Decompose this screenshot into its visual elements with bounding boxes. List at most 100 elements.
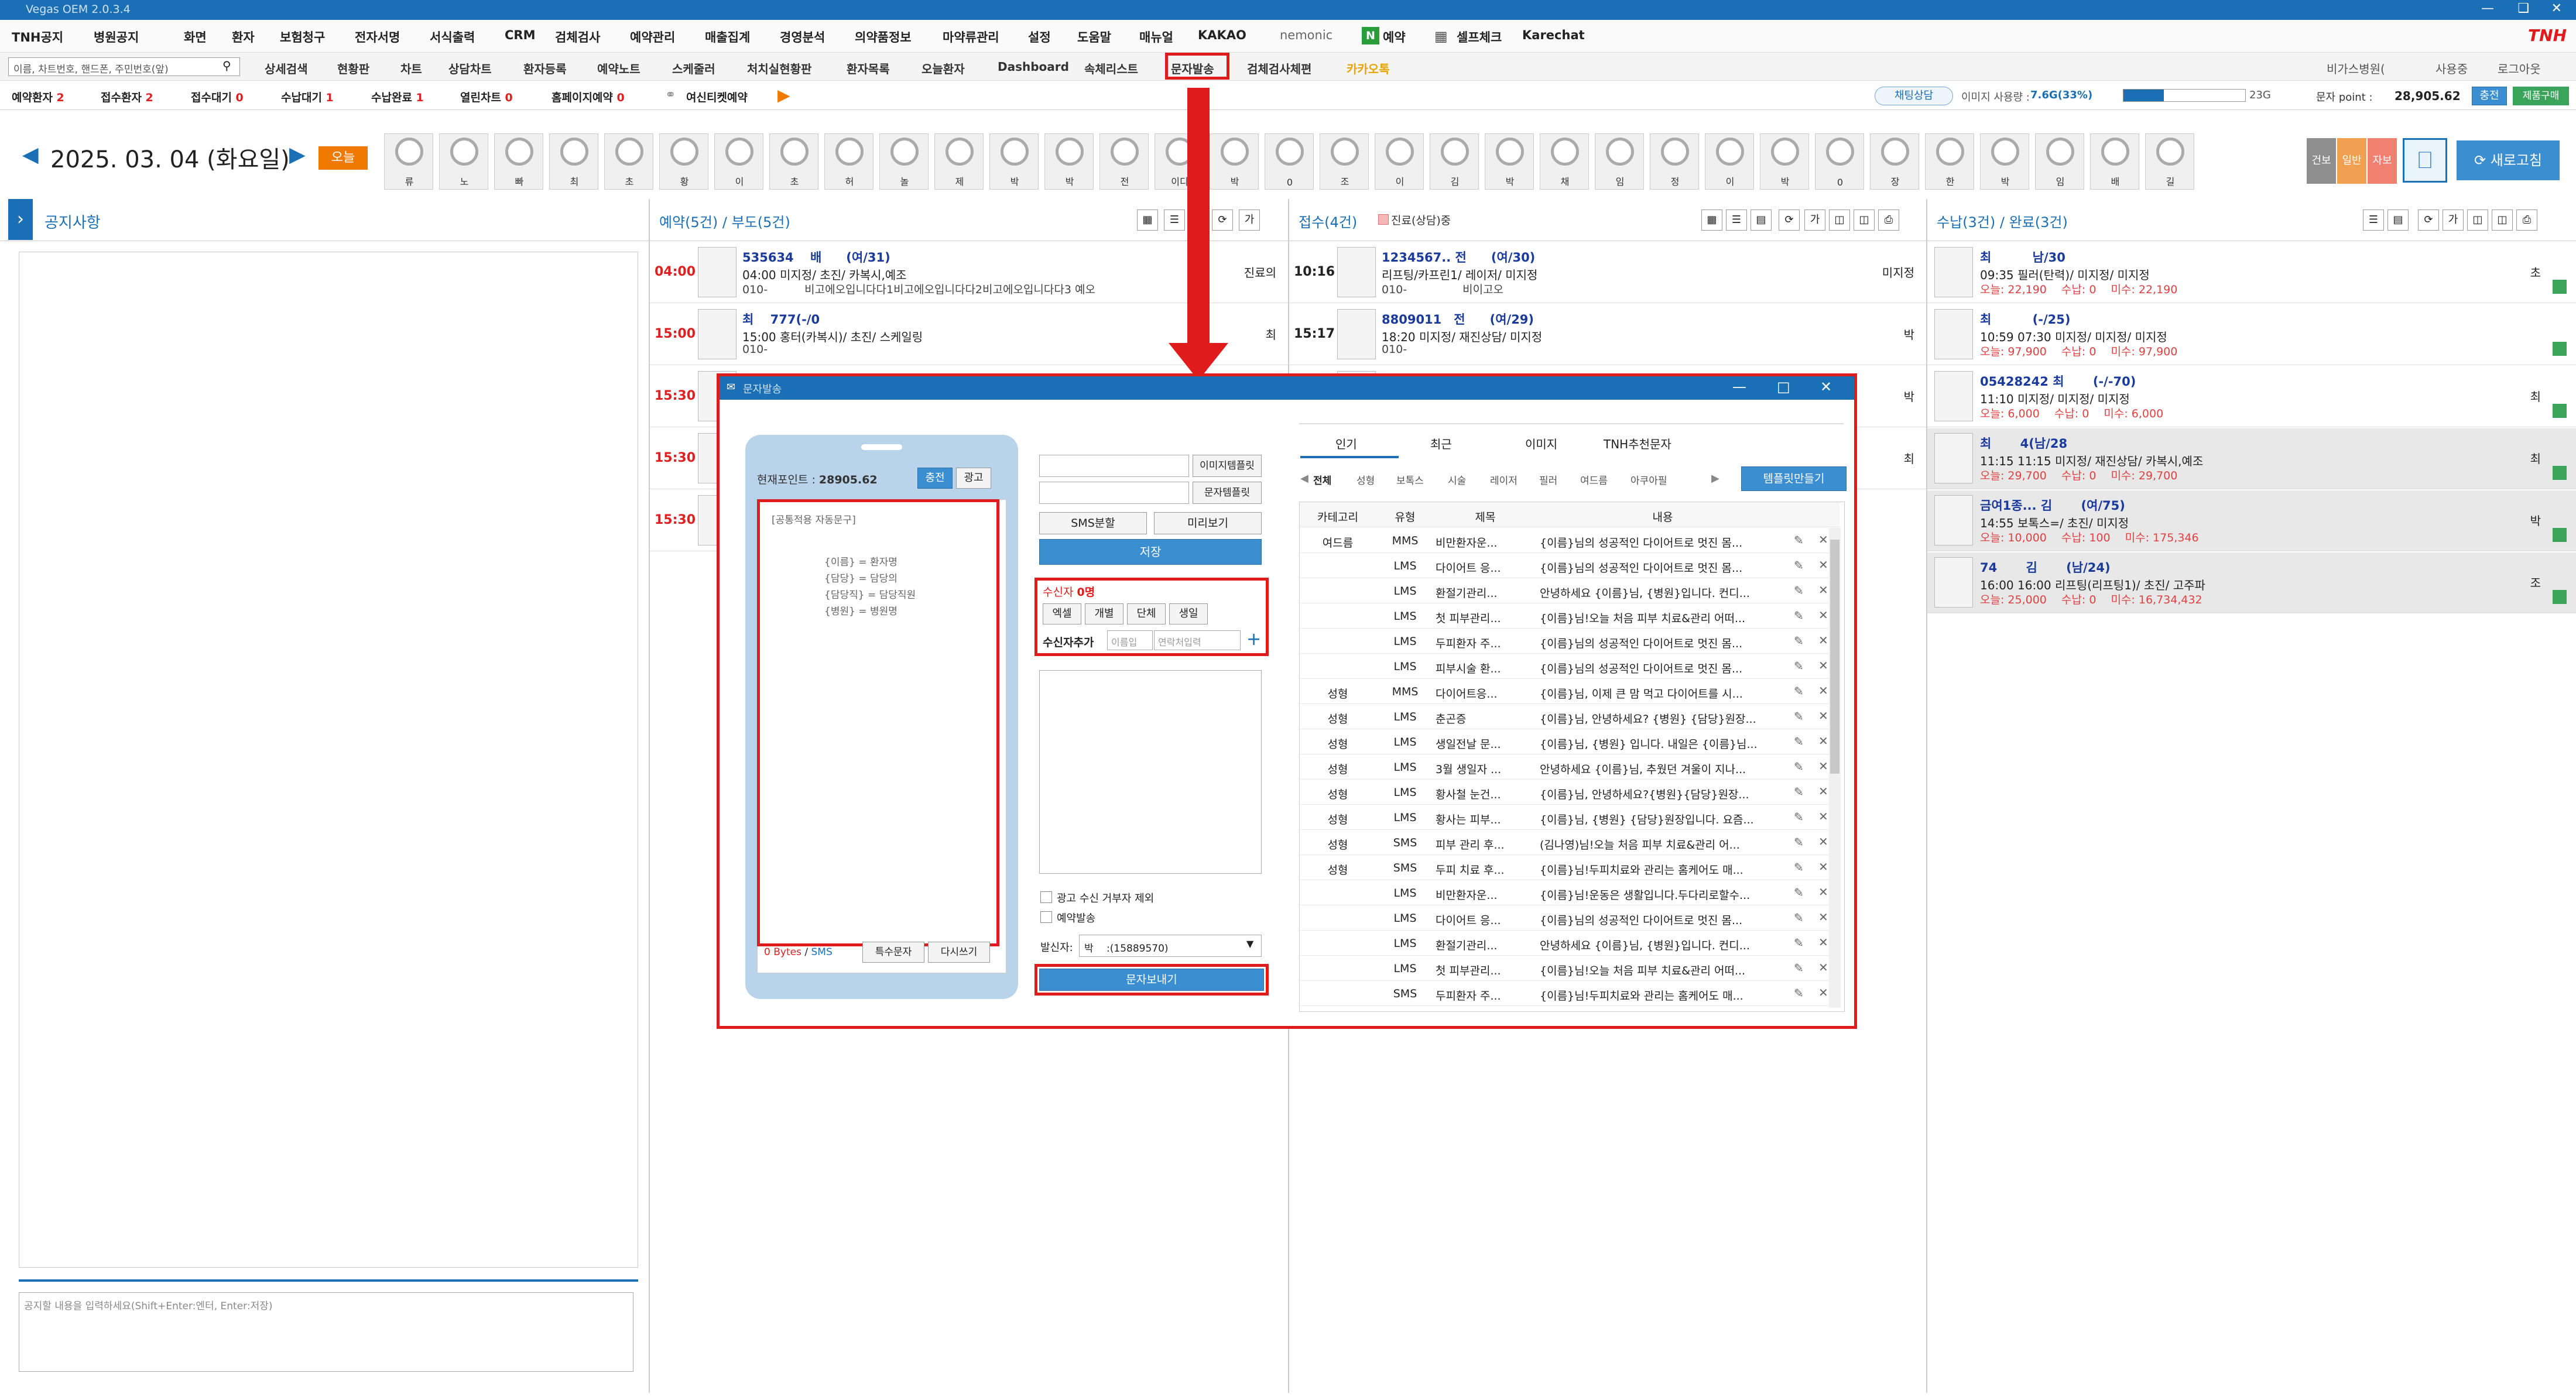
tool-reservation-note[interactable]: 예약노트 [597,60,640,77]
staff-avatar[interactable]: 장 [1870,133,1919,190]
menu-hospital-notice[interactable]: 병원공지 [94,28,139,46]
staff-avatar[interactable]: 정 [1650,133,1699,190]
staff-avatar[interactable]: 초 [769,133,818,190]
menu-sales[interactable]: 매출집계 [705,28,750,46]
tool-patient-register[interactable]: 환자등록 [523,60,567,77]
menu-help[interactable]: 도움말 [1077,28,1111,46]
staff-avatar[interactable]: 한 [1925,133,1974,190]
staff-avatar[interactable]: 0 [1815,133,1864,190]
font-size-icon[interactable]: 가 [1804,210,1825,231]
staff-avatar[interactable]: 박 [1980,133,2029,190]
menu-insurance[interactable]: 보험청구 [280,28,325,46]
payment-row[interactable]: 05428242 최 (-/-70) 11:10 미지정/ 미지정/ 미지정 오늘:… [1927,366,2576,427]
menu-nemonic[interactable]: nemonic [1280,28,1332,42]
staff-avatar[interactable]: 최 [549,133,598,190]
staff-avatar[interactable]: 초 [604,133,653,190]
charge-button[interactable]: 충전 [2472,87,2507,105]
status-reserved[interactable]: 예약환자 2 [12,89,64,105]
tool-treatment-board[interactable]: 처치실현황판 [747,60,811,77]
reception-row[interactable]: 15:17 8809011 전 (여/29) 18:20 미지정/ 재진상담/ 미지… [1289,304,1926,365]
list-view-icon[interactable]: ☰ [1164,210,1185,231]
menu-manual[interactable]: 매뉴얼 [1139,28,1173,46]
tool-detail-search[interactable]: 상세검색 [265,60,308,77]
staff-avatar[interactable]: 박 [1485,133,1534,190]
status-homepage[interactable]: 홈페이지예약 0 [551,89,625,105]
staff-avatar[interactable]: 제 [934,133,984,190]
menu-lab[interactable]: 검체검사 [555,28,600,46]
staff-avatar[interactable]: 이 [714,133,763,190]
monitor-icon[interactable]: ⎕ [2403,138,2447,183]
tool-status-board[interactable]: 현황판 [337,60,369,77]
tool-lab-edit[interactable]: 검체검사체편 [1247,60,1311,77]
refresh-icon[interactable]: ⟳ [2418,210,2439,231]
staff-avatar[interactable]: 빠 [494,133,543,190]
user-status[interactable]: 사용중 [2435,60,2468,77]
tool-list[interactable]: 속체리스트 [1084,60,1138,77]
font-size-icon[interactable]: 가 [1239,210,1260,231]
print-icon[interactable]: ⎙ [2516,210,2537,231]
staff-avatar[interactable]: 황 [659,133,708,190]
current-date[interactable]: 2025. 03. 04 (화요일) [50,140,290,174]
speaker-icon[interactable]: ▶ [777,85,790,105]
today-button[interactable]: 오늘 [318,146,368,170]
menu-crm[interactable]: CRM [505,28,535,42]
list-view-icon[interactable]: ☰ [2363,210,2384,231]
menu-patient[interactable]: 환자 [232,28,255,46]
general-filter[interactable]: 일반 [2337,138,2366,184]
payment-row[interactable]: 74 김 (남/24) 16:00 16:00 리프팅(리프팅1)/ 초진/ 고주… [1927,552,2576,613]
tool-consult-chart[interactable]: 상담차트 [448,60,492,77]
close-icon[interactable]: ✕ [2551,1,2562,16]
menu-tnh-notice[interactable]: TNH공지 [12,28,63,46]
staff-avatar[interactable]: 배 [2090,133,2139,190]
staff-avatar[interactable]: 채 [1540,133,1589,190]
list-view-icon[interactable]: ☰ [1726,210,1747,231]
column-icon[interactable]: ◫ [1854,210,1875,231]
grid-view-icon[interactable]: ▦ [1701,210,1722,231]
menu-reservation[interactable]: 예약관리 [630,28,675,46]
tool-today-patient[interactable]: 오늘환자 [922,60,965,77]
minimize-icon[interactable]: — [2481,1,2494,16]
refresh-icon[interactable]: ⟳ [1779,210,1800,231]
status-received[interactable]: 접수환자 2 [101,89,153,105]
column-icon[interactable]: ◫ [2467,210,2488,231]
search-icon[interactable]: ⚲ [222,59,231,73]
staff-avatar[interactable]: 조 [1320,133,1369,190]
staff-avatar[interactable]: 이 [1705,133,1754,190]
menu-print[interactable]: 서식출력 [430,28,475,46]
staff-avatar[interactable]: 이 [1375,133,1424,190]
menu-settings[interactable]: 설정 [1028,28,1051,46]
notice-input[interactable]: 공지할 내용을 입력하세요(Shift+Enter:엔터, Enter:저장) [19,1292,633,1372]
status-waiting[interactable]: 접수대기 0 [191,89,244,105]
status-paid[interactable]: 수납완료 1 [371,89,424,105]
staff-avatar[interactable]: 임 [1595,133,1644,190]
staff-avatar[interactable]: 전 [1099,133,1149,190]
print-icon[interactable]: ⎙ [1878,210,1899,231]
staff-avatar[interactable]: 놀 [879,133,929,190]
font-size-icon[interactable]: 가 [2443,210,2464,231]
menu-kakao[interactable]: KAKAO [1198,28,1246,42]
staff-avatar[interactable]: 류 [384,133,433,190]
maximize-icon[interactable]: ❑ [2517,1,2529,16]
staff-avatar[interactable]: 임 [2035,133,2084,190]
payment-row[interactable]: 금여1종... 김 (여/75) 14:55 보톡스=/ 초진/ 미지정 오늘: 1… [1927,490,2576,551]
staff-avatar[interactable]: 허 [824,133,873,190]
staff-avatar[interactable]: 박 [1044,133,1094,190]
column-icon[interactable]: ◫ [2492,210,2513,231]
staff-avatar[interactable]: 박 [1760,133,1809,190]
menu-analysis[interactable]: 경영분석 [780,28,825,46]
tool-scheduler[interactable]: 스케줄러 [672,60,715,77]
payment-row[interactable]: 최 남/30 09:35 필러(탄력)/ 미지정/ 미지정 오늘: 22,190 수… [1927,242,2576,303]
staff-avatar[interactable]: 노 [439,133,488,190]
column-icon[interactable]: ◫ [1829,210,1850,231]
menu-drug-info[interactable]: 의약품정보 [855,28,912,46]
grid-view-icon[interactable]: ▦ [1137,210,1158,231]
status-open-chart[interactable]: 열린차트 0 [460,89,513,105]
staff-avatar[interactable]: 0 [1265,133,1314,190]
buy-button[interactable]: 제품구매 [2513,87,2569,105]
collapse-icon[interactable]: › [8,199,33,240]
reception-row[interactable]: 10:16 1234567.. 전 (여/30) 리프팅/카프린1/ 레이저/ 미지… [1289,242,1926,303]
menu-screen[interactable]: 화면 [184,28,207,46]
tool-chart[interactable]: 차트 [400,60,422,77]
status-ticket[interactable]: 여신티켓예약 [686,89,748,105]
detail-view-icon[interactable]: ▤ [1751,210,1772,231]
